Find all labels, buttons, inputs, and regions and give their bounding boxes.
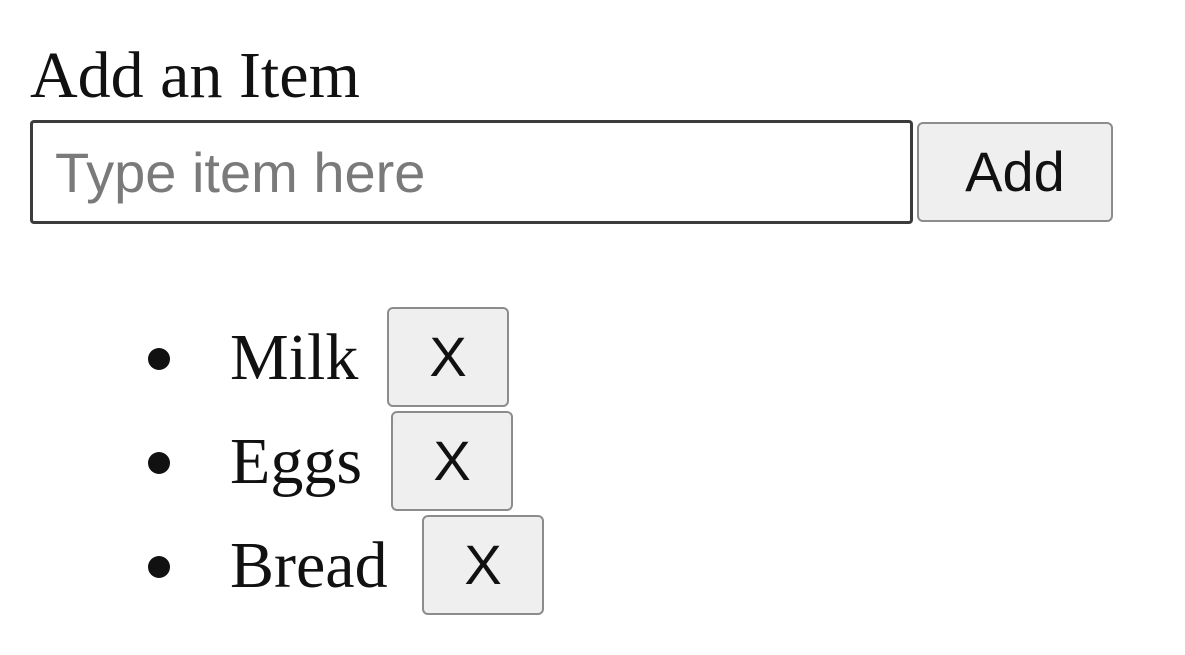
form-label: Add an Item	[30, 39, 360, 112]
list-item-text: Milk	[230, 321, 359, 394]
add-button[interactable]: Add	[917, 122, 1113, 222]
item-input[interactable]	[30, 120, 913, 224]
remove-item-button[interactable]: X	[391, 411, 513, 511]
add-item-form: Add	[30, 120, 1120, 224]
shopping-list-page: Add an Item Add Milk X Eggs X Bread X	[0, 0, 1185, 655]
bullet-dot-icon	[148, 556, 170, 578]
bullet-dot-icon	[148, 452, 170, 474]
remove-item-button[interactable]: X	[422, 515, 544, 615]
list-item-text: Bread	[230, 529, 388, 602]
remove-item-button[interactable]: X	[387, 307, 509, 407]
list-item-text: Eggs	[230, 425, 362, 498]
bullet-dot-icon	[148, 348, 170, 370]
